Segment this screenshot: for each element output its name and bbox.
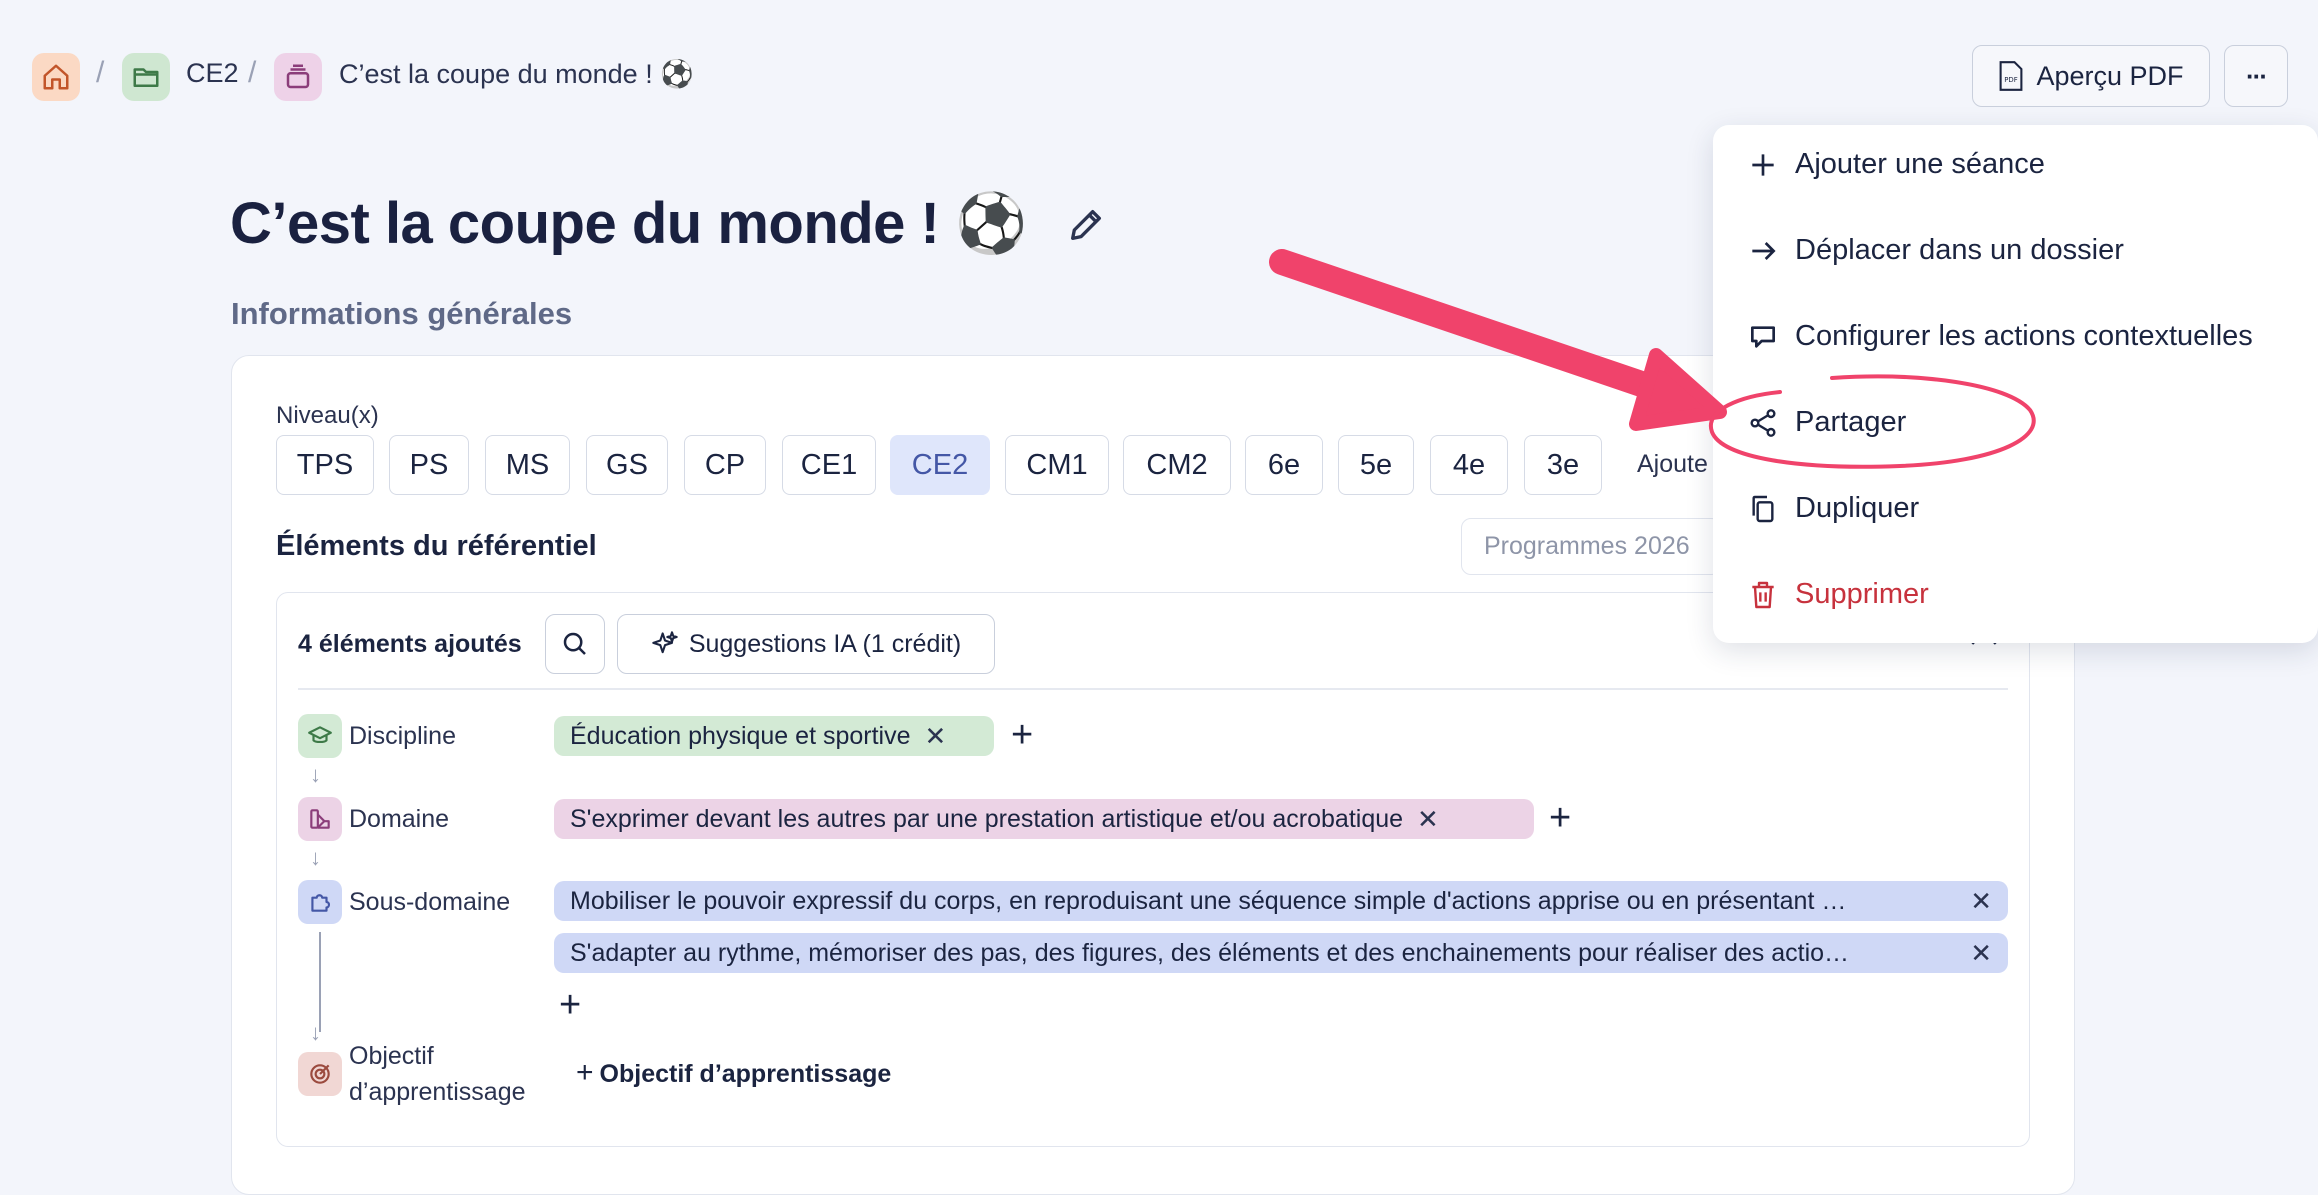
svg-text:PDF: PDF [2005, 76, 2018, 84]
level-chip-ms[interactable]: MS [485, 435, 570, 495]
level-chip-tps[interactable]: TPS [276, 435, 374, 495]
home-icon[interactable] [32, 53, 80, 101]
menu-item-add-session[interactable]: Ajouter une séance [1747, 148, 2045, 181]
add-sous-domaine-button[interactable]: + [559, 986, 581, 1024]
pdf-preview-label: Aperçu PDF [2036, 60, 2184, 91]
palette-icon [298, 797, 342, 841]
level-chip-cm2[interactable]: CM2 [1123, 435, 1231, 495]
remove-tag-icon[interactable]: ✕ [1970, 938, 1992, 969]
level-chip-5e[interactable]: 5e [1338, 435, 1414, 495]
menu-item-share[interactable]: Partager [1747, 406, 1906, 439]
ai-suggestions-button[interactable]: Suggestions IA (1 crédit) [617, 614, 995, 674]
search-icon [563, 632, 586, 655]
level-chip-gs[interactable]: GS [586, 435, 668, 495]
level-chip-6e[interactable]: 6e [1245, 435, 1323, 495]
plus-icon [1752, 153, 1774, 176]
menu-item-duplicate[interactable]: Dupliquer [1747, 492, 1919, 525]
breadcrumb-folder[interactable]: CE2 [186, 58, 239, 89]
add-domaine-button[interactable]: + [1549, 799, 1571, 837]
graduation-cap-icon [298, 714, 342, 758]
discipline-label: Discipline [349, 722, 456, 750]
sparkles-icon [652, 631, 678, 654]
breadcrumb-separator: / [96, 56, 105, 89]
speech-bubble-icon [1751, 325, 1775, 348]
more-dots-icon: ··· [2246, 60, 2268, 91]
page-title: C’est la coupe du monde ! ⚽ [230, 190, 1106, 258]
menu-item-configure-actions[interactable]: Configurer les actions contextuelles [1747, 320, 2253, 353]
menu-item-delete[interactable]: Supprimer [1747, 578, 1929, 611]
connector-line [319, 932, 321, 1032]
referentiel-panel [276, 592, 2030, 1147]
share-icon [1750, 408, 1776, 437]
ai-suggestions-label: Suggestions IA (1 crédit) [688, 629, 962, 658]
remove-tag-icon[interactable]: ✕ [925, 721, 947, 752]
add-objectif-button[interactable]: + Objectif d’apprentissage [576, 1056, 891, 1090]
breadcrumb-separator: / [248, 56, 257, 89]
arrow-right-icon [1752, 241, 1776, 260]
add-level-button[interactable]: Ajoute [1637, 450, 1708, 479]
sous-domaine-tag[interactable]: Mobiliser le pouvoir expressif du corps,… [554, 881, 2008, 921]
discipline-tag[interactable]: Éducation physique et sportive ✕ [554, 716, 994, 756]
arrow-down-icon: ↓ [310, 1020, 321, 1045]
objectif-label-line2: d’apprentissage [349, 1078, 526, 1106]
referentiel-title: Éléments du référentiel [276, 530, 597, 562]
search-button[interactable] [545, 614, 605, 674]
folder-icon[interactable] [122, 53, 170, 101]
edit-pencil-icon[interactable] [1066, 205, 1106, 245]
level-chip-cm1[interactable]: CM1 [1005, 435, 1109, 495]
target-icon [298, 1052, 342, 1096]
program-select[interactable]: Programmes 2026 [1461, 518, 1721, 575]
level-chip-ce2[interactable]: CE2 [890, 435, 990, 495]
puzzle-icon [298, 880, 342, 924]
arrow-down-icon: ↓ [310, 845, 321, 870]
level-chip-3e[interactable]: 3e [1524, 435, 1602, 495]
domaine-tag[interactable]: S'exprimer devant les autres par une pre… [554, 799, 1534, 839]
section-title: Informations générales [231, 296, 573, 331]
objectif-label-line1: Objectif [349, 1042, 434, 1070]
sous-domaine-tag[interactable]: S'adapter au rythme, mémoriser des pas, … [554, 933, 2008, 973]
level-chip-cp[interactable]: CP [684, 435, 766, 495]
sequence-icon[interactable] [274, 53, 322, 101]
more-options-button[interactable]: ··· [2224, 45, 2288, 107]
breadcrumb-current: C’est la coupe du monde ! ⚽ [339, 59, 694, 89]
remove-tag-icon[interactable]: ✕ [1970, 886, 1992, 917]
plus-icon: + [576, 1056, 594, 1089]
domaine-label: Domaine [349, 805, 450, 833]
elements-count: 4 éléments ajoutés [298, 630, 522, 658]
pdf-preview-button[interactable]: PDF Aperçu PDF [1972, 45, 2210, 107]
divider [298, 688, 2008, 690]
sous-domaine-label: Sous-domaine [349, 888, 511, 916]
level-chip-4e[interactable]: 4e [1430, 435, 1508, 495]
add-discipline-button[interactable]: + [1011, 716, 1033, 754]
menu-item-move-folder[interactable]: Déplacer dans un dossier [1747, 234, 2124, 267]
level-chip-ce1[interactable]: CE1 [782, 435, 876, 495]
trash-icon [1752, 581, 1774, 608]
levels-label: Niveau(x) [276, 402, 379, 429]
level-chip-ps[interactable]: PS [389, 435, 469, 495]
context-menu: Ajouter une séance Déplacer dans un doss… [1713, 125, 2318, 643]
copy-icon [1752, 495, 1774, 522]
pdf-file-icon: PDF [2000, 61, 2023, 91]
remove-tag-icon[interactable]: ✕ [1417, 804, 1439, 835]
arrow-down-icon: ↓ [310, 762, 321, 787]
